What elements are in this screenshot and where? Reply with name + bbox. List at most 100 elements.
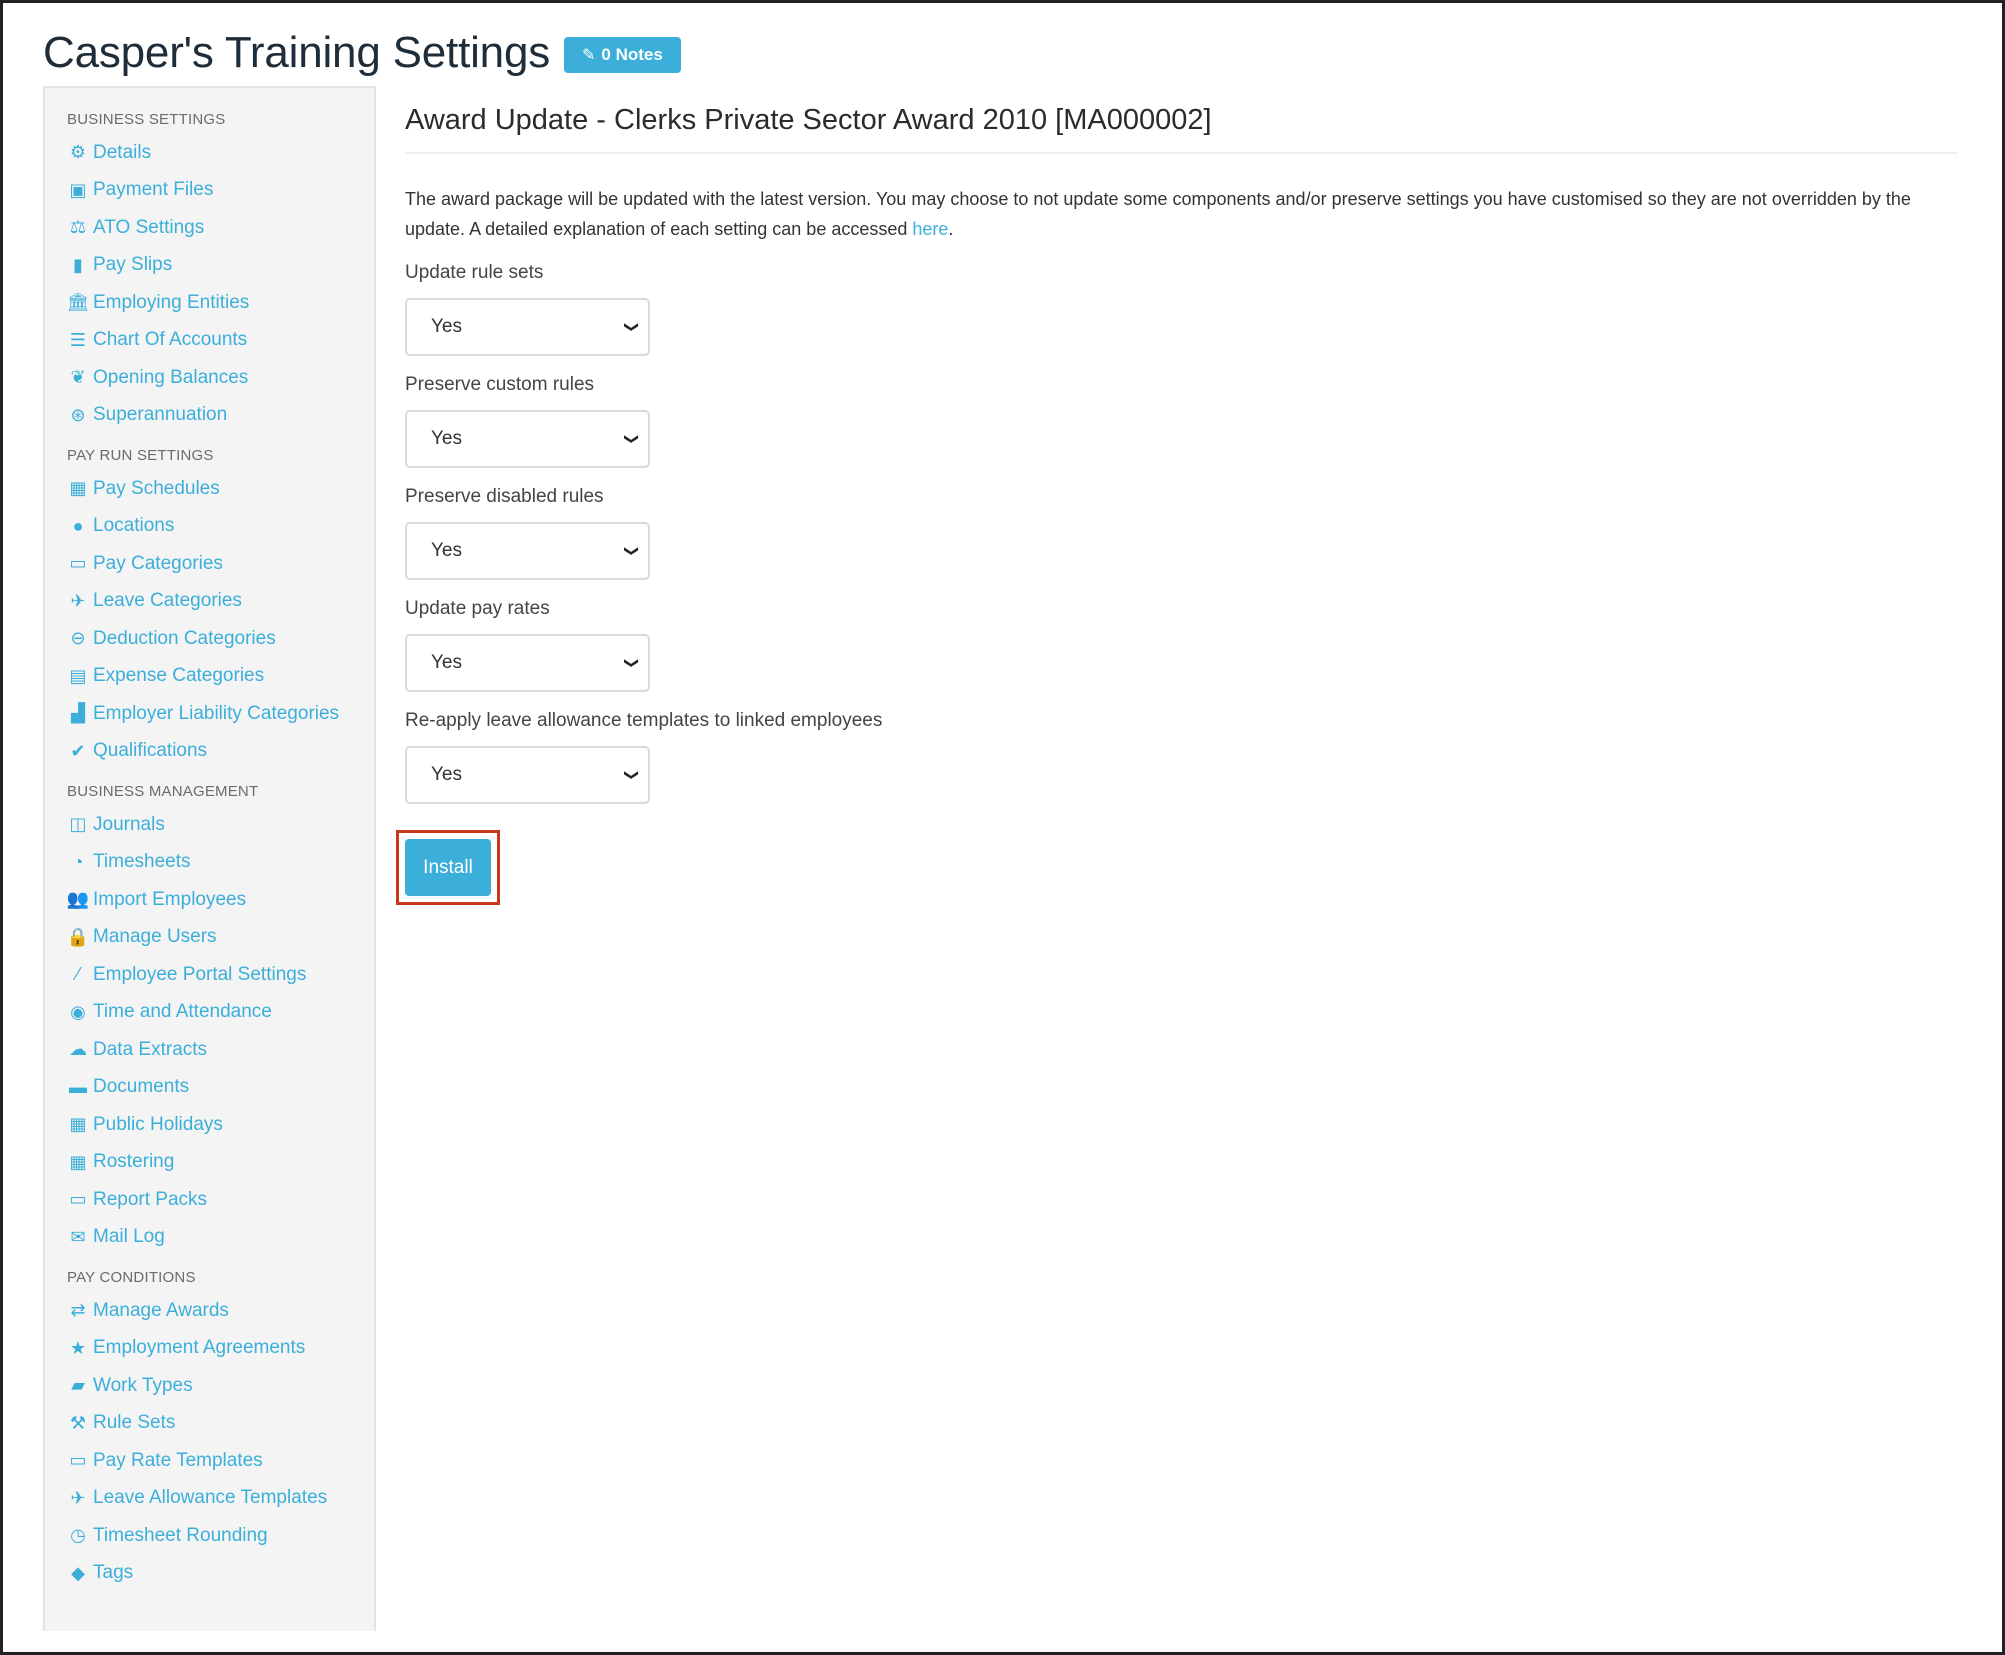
- sidebar-item-label: Pay Rate Templates: [93, 1449, 263, 1471]
- sidebar-item-label: Opening Balances: [93, 366, 249, 388]
- sidebar-item-superannuation[interactable]: ⊛ Superannuation: [45, 397, 374, 435]
- sidebar-item-pay-categories[interactable]: ▭ Pay Categories: [45, 545, 374, 583]
- floppy-icon: ▣: [69, 179, 87, 200]
- sidebar-item-label: Data Extracts: [93, 1038, 208, 1060]
- reapply-leave-allowance-select[interactable]: Yes ❯: [405, 746, 650, 804]
- main-content: Award Update - Clerks Private Sector Awa…: [405, 96, 1957, 804]
- sidebar-item-locations[interactable]: ● Locations: [45, 508, 374, 546]
- field-label: Preserve custom rules: [405, 374, 595, 395]
- sidebar-item-label: Report Packs: [93, 1188, 208, 1210]
- exchange-icon: ⇄: [70, 1300, 86, 1321]
- sidebar-item-employer-liability-categories[interactable]: ▟ Employer Liability Categories: [45, 695, 374, 733]
- calendar-grid-icon: ▦: [69, 1151, 87, 1172]
- preserve-disabled-rules-select[interactable]: Yes ❯: [405, 522, 650, 580]
- notes-button[interactable]: ✎ 0 Notes: [564, 37, 681, 73]
- sidebar-item-opening-balances[interactable]: ❦ Opening Balances: [45, 359, 374, 397]
- columns-icon: ◫: [69, 814, 87, 835]
- minus-circle-icon: ⊖: [70, 628, 86, 649]
- calendar-icon: ▦: [69, 478, 87, 499]
- sidebar-item-deduction-categories[interactable]: ⊖ Deduction Categories: [45, 620, 374, 658]
- field-reapply-leave-allowance: Re-apply leave allowance templates to li…: [405, 706, 1957, 804]
- sidebar-item-pay-schedules[interactable]: ▦ Pay Schedules: [45, 470, 374, 508]
- sidebar-item-qualifications[interactable]: ✔ Qualifications: [45, 733, 374, 771]
- sidebar-item-manage-users[interactable]: 🔒 Manage Users: [45, 919, 374, 957]
- intro-text: The award package will be updated with t…: [405, 184, 1945, 244]
- sidebar-item-rule-sets[interactable]: ⚒ Rule Sets: [45, 1405, 374, 1443]
- install-button[interactable]: Install: [405, 839, 491, 896]
- select-value: Yes: [431, 764, 462, 785]
- sidebar-item-data-extracts[interactable]: ☁ Data Extracts: [45, 1031, 374, 1069]
- preserve-custom-rules-select[interactable]: Yes ❯: [405, 410, 650, 468]
- sidebar-item-label: Public Holidays: [93, 1113, 223, 1135]
- sidebar-item-tags[interactable]: ◆ Tags: [45, 1555, 374, 1593]
- sidebar-item-timesheet-rounding[interactable]: ◷ Timesheet Rounding: [45, 1517, 374, 1555]
- sidebar-item-rostering[interactable]: ▦ Rostering: [45, 1144, 374, 1182]
- edit-icon: ✎: [582, 47, 596, 64]
- select-value: Yes: [431, 540, 462, 561]
- sidebar-item-expense-categories[interactable]: ▤ Expense Categories: [45, 658, 374, 696]
- sidebar-item-import-employees[interactable]: 👥 Import Employees: [45, 881, 374, 919]
- sidebar-item-label: Employing Entities: [93, 291, 250, 313]
- sidebar-item-payment-files[interactable]: ▣ Payment Files: [45, 172, 374, 210]
- leaf-icon: ❦: [70, 367, 86, 388]
- sidebar-item-label: Timesheets: [93, 851, 191, 873]
- sidebar-item-details[interactable]: ⚙ Details: [45, 134, 374, 172]
- sidebar-item-label: Expense Categories: [93, 665, 265, 687]
- field-preserve-disabled-rules: Preserve disabled rules Yes ❯: [405, 482, 1957, 580]
- sidebar-item-label: Leave Categories: [93, 590, 242, 612]
- user-circle-icon: ◉: [70, 1001, 86, 1022]
- field-update-pay-rates: Update pay rates Yes ❯: [405, 594, 1957, 692]
- intro-end: .: [948, 219, 954, 239]
- chevron-down-icon: ❯: [624, 433, 641, 445]
- sidebar-item-documents[interactable]: ▬ Documents: [45, 1069, 374, 1107]
- sidebar-item-label: Locations: [93, 515, 175, 537]
- sidebar-item-pay-rate-templates[interactable]: ▭ Pay Rate Templates: [45, 1442, 374, 1480]
- sidebar-item-label: Employer Liability Categories: [93, 702, 340, 724]
- notes-label: 0 Notes: [601, 45, 663, 64]
- sidebar-item-pay-slips[interactable]: ▮ Pay Slips: [45, 247, 374, 285]
- sidebar-item-label: Chart Of Accounts: [93, 329, 248, 351]
- intro-body: The award package will be updated with t…: [405, 189, 1911, 239]
- select-value: Yes: [431, 428, 462, 449]
- folder-open-icon: ▭: [69, 1189, 87, 1210]
- sidebar-item-manage-awards[interactable]: ⇄ Manage Awards: [45, 1292, 374, 1330]
- sidebar-item-label: ATO Settings: [93, 216, 205, 238]
- sidebar-section-pay-conditions: PAY CONDITIONS: [67, 1269, 196, 1286]
- tag-icon: ◆: [71, 1562, 85, 1583]
- sidebar-item-time-and-attendance[interactable]: ◉ Time and Attendance: [45, 994, 374, 1032]
- globe-icon: ●: [72, 515, 84, 536]
- life-ring-icon: ⊛: [70, 404, 86, 425]
- sidebar-item-work-types[interactable]: ▰ Work Types: [45, 1367, 374, 1405]
- settings-sidebar: BUSINESS SETTINGS ⚙ Details ▣ Payment File…: [43, 86, 376, 1631]
- sidebar-item-report-packs[interactable]: ▭ Report Packs: [45, 1181, 374, 1219]
- file-icon: ▮: [73, 254, 83, 275]
- install-highlight: Install: [396, 830, 500, 905]
- sidebar-item-journals[interactable]: ◫ Journals: [45, 806, 374, 844]
- clock-icon: ◔: [72, 851, 84, 872]
- sidebar-item-label: Time and Attendance: [93, 1001, 272, 1023]
- sidebar-item-ato-settings[interactable]: ⚖ ATO Settings: [45, 209, 374, 247]
- sidebar-item-label: Import Employees: [93, 888, 247, 910]
- sidebar-item-label: Leave Allowance Templates: [93, 1487, 328, 1509]
- explanation-link[interactable]: here: [912, 219, 948, 239]
- star-icon: ★: [69, 1337, 87, 1358]
- sidebar-item-timesheets[interactable]: ◔ Timesheets: [45, 844, 374, 882]
- sidebar-section-pay-run-settings: PAY RUN SETTINGS: [67, 447, 214, 464]
- sidebar-item-leave-categories[interactable]: ✈ Leave Categories: [45, 583, 374, 621]
- field-label: Preserve disabled rules: [405, 486, 604, 507]
- plane-icon: ✈: [70, 1487, 86, 1508]
- update-pay-rates-select[interactable]: Yes ❯: [405, 634, 650, 692]
- field-label: Re-apply leave allowance templates to li…: [405, 710, 883, 731]
- sidebar-item-mail-log[interactable]: ✉ Mail Log: [45, 1219, 374, 1257]
- sidebar-section-business-settings: BUSINESS SETTINGS: [67, 111, 226, 128]
- sidebar-item-public-holidays[interactable]: ▦ Public Holidays: [45, 1106, 374, 1144]
- bank-icon: 🏛: [66, 292, 90, 313]
- sidebar-item-employing-entities[interactable]: 🏛 Employing Entities: [45, 284, 374, 322]
- sidebar-item-leave-allowance-templates[interactable]: ✈ Leave Allowance Templates: [45, 1480, 374, 1518]
- gavel-icon: ⚒: [69, 1412, 87, 1433]
- sidebar-item-chart-of-accounts[interactable]: ☰ Chart Of Accounts: [45, 322, 374, 360]
- sidebar-item-employee-portal-settings[interactable]: ⁄ Employee Portal Settings: [45, 956, 374, 994]
- sidebar-item-label: Manage Awards: [93, 1299, 229, 1321]
- update-rule-sets-select[interactable]: Yes ❯: [405, 298, 650, 356]
- sidebar-item-employment-agreements[interactable]: ★ Employment Agreements: [45, 1330, 374, 1368]
